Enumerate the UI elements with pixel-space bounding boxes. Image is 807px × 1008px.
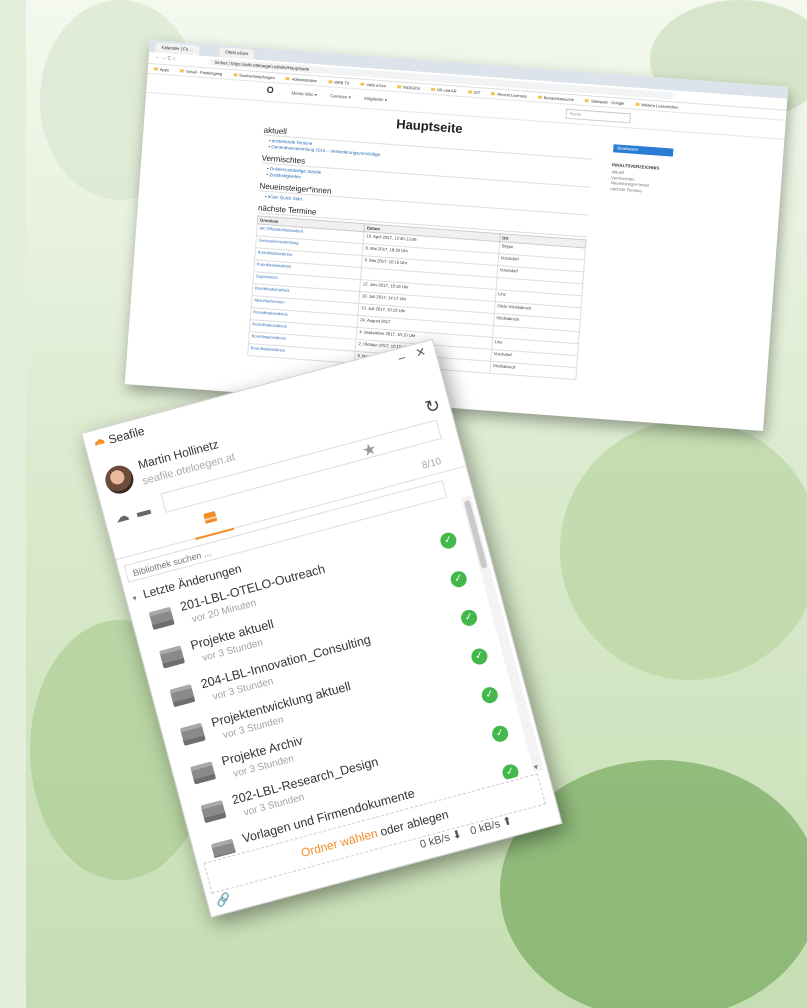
sync-ok-icon: ✓ — [490, 723, 510, 744]
wiki-content: Hauptseite aktuell anstehende Termine Ge… — [247, 107, 594, 380]
library-icon — [148, 606, 175, 630]
library-icon — [190, 761, 217, 785]
upload-icon: ⬆ — [501, 814, 514, 829]
library-icon — [179, 722, 206, 746]
sync-ok-icon: ✓ — [448, 569, 469, 590]
left-strip — [0, 0, 26, 1008]
bookmark[interactable]: INDIGEN — [397, 84, 420, 91]
seafile-logo-icon — [95, 439, 105, 446]
library-icon — [200, 800, 227, 824]
browser-window: Kalender | Fo ... Otelo eGen ← → C ⌂ Sic… — [124, 40, 789, 431]
nav-item[interactable]: Mitglieder ▾ — [364, 96, 387, 103]
link-icon[interactable]: 🔗 — [214, 891, 232, 908]
sync-ok-icon: ✓ — [479, 685, 500, 705]
refresh-icon[interactable]: ↻ — [423, 394, 443, 418]
wiki-search-input[interactable]: Suche — [565, 108, 631, 124]
folder-icon[interactable]: ▬ — [134, 501, 152, 521]
bookmark[interactable]: IOT — [467, 89, 480, 95]
download-icon: ⬇ — [451, 828, 464, 843]
sync-ok-icon: ✓ — [438, 530, 459, 551]
close-icon[interactable]: ✕ — [414, 344, 427, 360]
nav-arrows-icon[interactable]: ← → C ⌂ — [155, 54, 176, 62]
bookmark[interactable]: Apps — [154, 66, 169, 73]
bookmark[interactable]: WEB TV — [328, 79, 350, 86]
library-count: 8/10 — [420, 455, 443, 472]
bookmark[interactable]: Suchverknüpfungen — [233, 72, 275, 81]
seafile-titlebar: Seafile — [92, 423, 147, 451]
library-tab-icon — [203, 511, 218, 524]
nav-item[interactable]: Meine Wiki ▾ — [291, 91, 317, 98]
edit-button[interactable]: Bearbeiten — [613, 144, 674, 157]
tab-libraries[interactable] — [188, 504, 235, 540]
bg-shape — [560, 420, 807, 680]
sync-ok-icon: ✓ — [469, 646, 490, 667]
minimize-icon[interactable]: – — [397, 350, 407, 365]
chevron-down-icon[interactable]: ▾ — [132, 593, 138, 603]
bookmark[interactable]: Gmail - Posteingang — [180, 68, 223, 77]
bookmark[interactable]: VR und AR — [431, 87, 457, 93]
scroll-down-icon[interactable]: ▾ — [533, 762, 539, 772]
wiki-right-sidebar: Bearbeiten INHALTSVERZEICHNIS aktuell Ve… — [610, 144, 693, 197]
bookmark[interactable]: Benachbarsuche — [538, 95, 574, 102]
wiki-menu: Meine Wiki ▾ Gremien ▾ Mitglieder ▾ — [291, 91, 399, 105]
bookmark[interactable]: Recent Licenses — [491, 91, 527, 99]
cloud-upload-icon[interactable]: ☁ — [113, 507, 131, 527]
bookmark[interactable]: Startseite - Google — [585, 98, 625, 105]
library-icon — [169, 684, 196, 708]
wiki-logo[interactable]: O — [266, 85, 274, 95]
library-icon — [159, 645, 186, 669]
bookmark[interactable]: Weitere Lesezeichen — [635, 102, 679, 110]
sync-ok-icon: ✓ — [459, 608, 479, 628]
app-title: Seafile — [106, 423, 147, 447]
bookmark[interactable]: otelo eGen — [360, 82, 386, 88]
avatar[interactable] — [102, 462, 137, 497]
bookmark[interactable]: Administration — [286, 76, 318, 84]
nav-item[interactable]: Gremien ▾ — [330, 93, 351, 100]
